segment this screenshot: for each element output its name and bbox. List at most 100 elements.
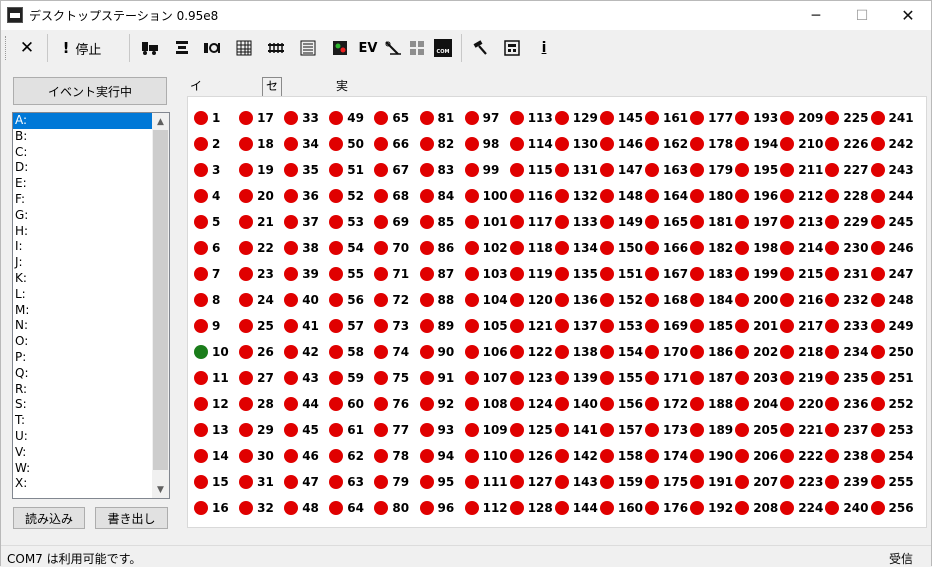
sensor-195[interactable]: 195 [735,161,778,179]
sensor-124[interactable]: 124 [509,395,553,413]
sensor-120[interactable]: 120 [509,291,553,309]
sensor-235[interactable]: 235 [825,369,868,387]
minimize-button[interactable]: ─ [793,1,839,30]
sensor-196[interactable]: 196 [735,187,778,205]
sensor-198[interactable]: 198 [735,239,778,257]
sensor-17[interactable]: 17 [239,109,274,127]
sensor-248[interactable]: 248 [870,291,914,309]
sensor-157[interactable]: 157 [599,421,643,439]
sensor-128[interactable]: 128 [509,499,553,517]
sensor-9[interactable]: 9 [194,317,220,335]
sensor-119[interactable]: 119 [509,265,553,283]
sensor-145[interactable]: 145 [599,109,643,127]
function-icon[interactable] [199,36,225,60]
sensor-55[interactable]: 55 [329,265,364,283]
sensor-95[interactable]: 95 [419,473,454,491]
list-item[interactable]: A: [13,113,152,129]
sensor-152[interactable]: 152 [599,291,643,309]
list-scrollbar[interactable]: ▲ ▼ [152,113,169,498]
sensor-45[interactable]: 45 [284,421,319,439]
sensor-96[interactable]: 96 [419,499,454,517]
sensor-30[interactable]: 30 [239,447,274,465]
sensor-20[interactable]: 20 [239,187,274,205]
sensor-87[interactable]: 87 [419,265,454,283]
sensor-166[interactable]: 166 [645,239,688,257]
list-item[interactable]: D: [13,160,169,176]
sensor-137[interactable]: 137 [554,317,598,335]
sensor-171[interactable]: 171 [645,369,688,387]
sensor-142[interactable]: 142 [554,447,598,465]
sensor-207[interactable]: 207 [735,473,778,491]
sensor-116[interactable]: 116 [509,187,553,205]
close-window-button[interactable]: ✕ [885,1,931,30]
sensor-117[interactable]: 117 [509,213,553,231]
sensor-211[interactable]: 211 [780,161,823,179]
sensor-247[interactable]: 247 [870,265,914,283]
sensor-83[interactable]: 83 [419,161,454,179]
sensor-86[interactable]: 86 [419,239,454,257]
sensor-154[interactable]: 154 [599,343,643,361]
sensor-19[interactable]: 19 [239,161,274,179]
sensor-160[interactable]: 160 [599,499,643,517]
com-port-icon[interactable]: COM [431,36,455,60]
export-button[interactable]: 書き出し [95,507,168,529]
sensor-236[interactable]: 236 [825,395,868,413]
sensor-29[interactable]: 29 [239,421,274,439]
list-item[interactable]: K: [13,271,169,287]
sensor-237[interactable]: 237 [825,421,868,439]
sensor-133[interactable]: 133 [554,213,598,231]
sensor-161[interactable]: 161 [645,109,688,127]
sensor-122[interactable]: 122 [509,343,553,361]
sensor-57[interactable]: 57 [329,317,364,335]
sensor-167[interactable]: 167 [645,265,688,283]
sensor-82[interactable]: 82 [419,135,454,153]
sensor-164[interactable]: 164 [645,187,688,205]
sensor-225[interactable]: 225 [825,109,868,127]
sensor-146[interactable]: 146 [599,135,643,153]
sensor-41[interactable]: 41 [284,317,319,335]
sensor-213[interactable]: 213 [780,213,823,231]
event-editor-icon[interactable]: EV [355,36,381,60]
sensor-168[interactable]: 168 [645,291,688,309]
sensor-176[interactable]: 176 [645,499,688,517]
sensor-254[interactable]: 254 [870,447,914,465]
stop-button[interactable]: ! 停止 [55,36,109,60]
sensor-105[interactable]: 105 [464,317,508,335]
sensor-180[interactable]: 180 [690,187,733,205]
sensor-8[interactable]: 8 [194,291,220,309]
list-item[interactable]: C: [13,145,169,161]
sensor-250[interactable]: 250 [870,343,914,361]
sensor-217[interactable]: 217 [780,317,823,335]
sensor-112[interactable]: 112 [464,499,508,517]
sensor-74[interactable]: 74 [374,343,409,361]
sensor-202[interactable]: 202 [735,343,778,361]
sensor-149[interactable]: 149 [599,213,643,231]
sensor-99[interactable]: 99 [464,161,499,179]
sensor-49[interactable]: 49 [329,109,364,127]
sensor-60[interactable]: 60 [329,395,364,413]
sensor-63[interactable]: 63 [329,473,364,491]
sensor-26[interactable]: 26 [239,343,274,361]
sensor-1[interactable]: 1 [194,109,220,127]
sensor-241[interactable]: 241 [870,109,914,127]
sensor-170[interactable]: 170 [645,343,688,361]
sensor-147[interactable]: 147 [599,161,643,179]
sensor-242[interactable]: 242 [870,135,914,153]
sensor-209[interactable]: 209 [780,109,823,127]
sensor-65[interactable]: 65 [374,109,409,127]
sensor-113[interactable]: 113 [509,109,553,127]
sensor-210[interactable]: 210 [780,135,823,153]
list-item[interactable]: T: [13,413,169,429]
sensor-77[interactable]: 77 [374,421,409,439]
sensor-110[interactable]: 110 [464,447,508,465]
sensor-205[interactable]: 205 [735,421,778,439]
sensor-222[interactable]: 222 [780,447,823,465]
sensor-7[interactable]: 7 [194,265,220,283]
sensor-92[interactable]: 92 [419,395,454,413]
list-item[interactable]: I: [13,239,169,255]
sensor-183[interactable]: 183 [690,265,733,283]
sensor-10[interactable]: 10 [194,343,229,361]
sensor-18[interactable]: 18 [239,135,274,153]
list-item[interactable]: R: [13,382,169,398]
sensor-165[interactable]: 165 [645,213,688,231]
